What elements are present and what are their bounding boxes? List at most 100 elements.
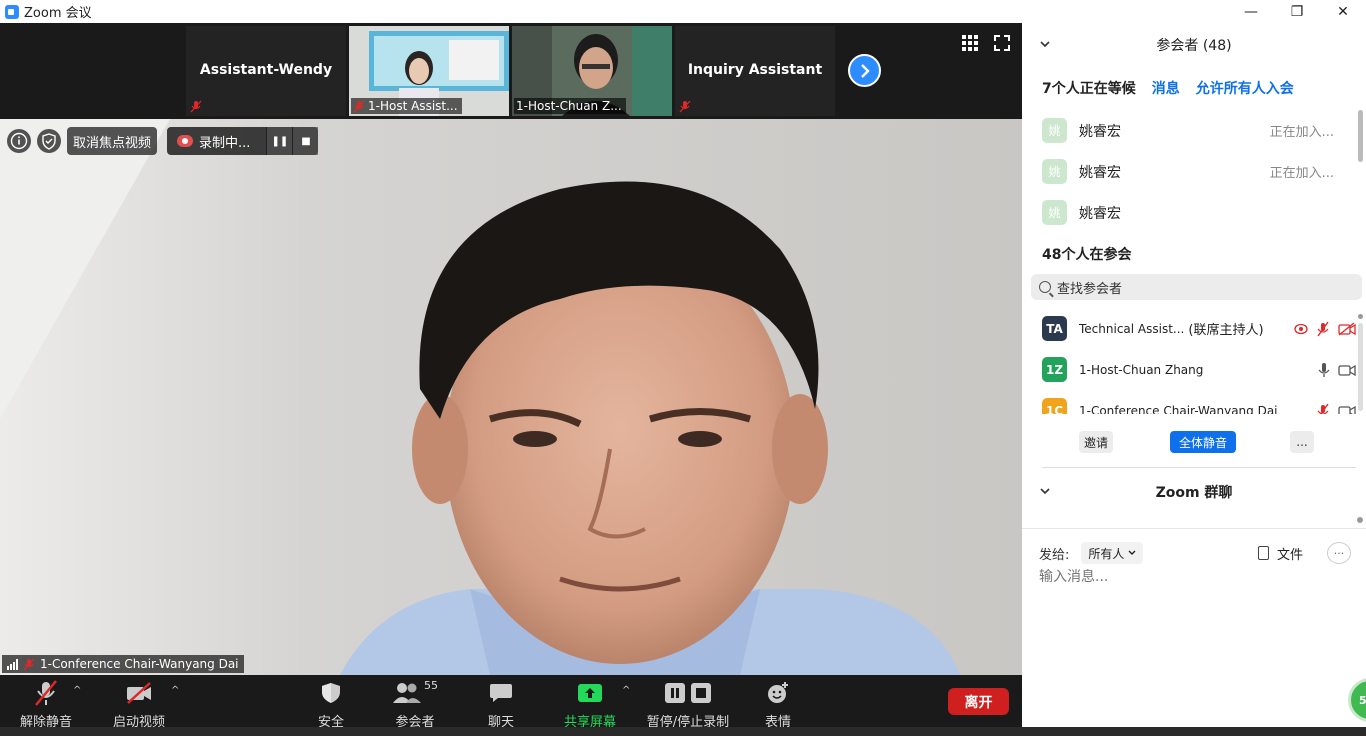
waiting-scrollbar[interactable] [1358,110,1363,162]
meeting-info-button[interactable] [7,129,31,153]
waiting-name: 姚睿宏 [1079,205,1121,222]
mic-muted-icon [679,100,691,113]
file-label: 文件 [1277,547,1304,563]
pause-recording-button[interactable]: ❚❚ [266,127,293,155]
minimize-button[interactable]: — [1228,0,1274,23]
reactions-button[interactable]: 表情 [733,679,823,730]
shield-icon [322,683,340,703]
speaker-video-feed [0,119,1022,675]
participant-name: 1-Host-Chuan Zhang [1079,362,1204,377]
chevron-right-icon [860,63,870,78]
chat-more-button[interactable]: ··· [1327,542,1351,564]
thumbnail-host-assistant[interactable]: 1-Host Assist... [349,26,509,116]
recording-status: 录制中... [167,132,266,151]
waiting-name: 姚睿宏 [1079,164,1121,181]
more-options-button[interactable]: ... [1290,431,1314,453]
participant-status-icons [1294,321,1356,337]
close-button[interactable]: ✕ [1320,0,1366,23]
participant-name: Technical Assist... [1079,321,1185,336]
mic-muted-icon [35,680,57,706]
mic-icon [1318,362,1330,377]
recording-label: 录制中... [199,135,251,151]
waiting-list: 姚 姚睿宏 正在加入... 姚 姚睿宏 正在加入... 姚 姚睿宏 [1022,110,1366,233]
participant-status-icons [1316,403,1356,414]
send-file-button[interactable]: 文件 [1258,544,1303,563]
thumbnail-name: Inquiry Assistant [687,62,823,78]
unpin-video-button[interactable]: 取消焦点视频 [67,127,158,155]
waiting-room-header: 7个人正在等候 消息 允许所有人入会 [1042,78,1362,98]
mute-all-button[interactable]: 全体静音 [1170,431,1236,453]
encryption-button[interactable] [37,129,61,153]
thumbnail-footer: 1-Host-Chuan Z... [514,98,626,114]
mic-muted-icon [190,100,202,113]
fullscreen-icon[interactable] [994,35,1010,51]
chat-scrollbar[interactable] [1357,517,1363,523]
thumbnail-label: 1-Host-Chuan Z... [516,99,622,113]
share-screen-icon [578,684,602,702]
send-to-label: 发给: [1039,547,1070,563]
participant-role: (联席主持人) [1188,323,1264,338]
audio-options-caret[interactable]: ^ [73,685,81,696]
window-controls: — ❐ ✕ [1228,0,1366,23]
thumbnail-host-chuan-zhang[interactable]: 1-Host-Chuan Z... [512,26,672,116]
next-page-button[interactable] [848,54,881,87]
signal-strength-icon [7,658,18,670]
mic-muted-icon [353,100,365,113]
participants-button[interactable]: 55 参会者 [370,679,460,730]
panel-divider [1042,467,1356,468]
zoom-window: Zoom 会议 — ❐ ✕ Assistant-Wendy 1-Host Ass… [0,0,1366,736]
thumbnail-footer [677,99,695,114]
leave-button[interactable]: 离开 [948,688,1009,715]
video-off-icon [1338,321,1356,336]
waiting-name: 姚睿宏 [1079,123,1121,140]
thumbnail-footer: 1-Host Assist... [351,98,462,114]
participant-scroll-arrow[interactable] [1358,314,1363,319]
grid-icon[interactable] [962,35,978,51]
waiting-room-title: 7个人正在等候 [1042,81,1136,97]
speaker-name-label: 1-Conference Chair-Wanyang Dai [2,655,244,673]
notification-badge[interactable]: 56 [1348,678,1366,722]
mic-muted-icon [23,658,35,671]
video-options-caret[interactable]: ^ [171,685,179,696]
waiting-item[interactable]: 姚 姚睿宏 正在加入... [1022,110,1366,151]
participants-panel: 参会者 (48) 7个人正在等候 消息 允许所有人入会 姚 姚睿宏 正在加入..… [1022,23,1366,736]
participant-search[interactable]: 查找参会者 [1031,274,1362,300]
invite-button[interactable]: 邀请 [1079,431,1113,453]
thumbnail-assistant-wendy[interactable]: Assistant-Wendy [186,26,346,116]
thumbnail-name: Assistant-Wendy [199,62,333,78]
participants-panel-title: 参会者 (48) [1156,38,1232,54]
avatar: TA [1042,316,1067,341]
participant-row[interactable]: 1C 1-Conference Chair-Wanyang Dai [1022,390,1366,414]
chat-divider [1022,528,1366,529]
recording-indicator: 录制中... ❚❚ ■ [167,127,319,155]
chat-message-input[interactable] [1039,569,1349,585]
participant-name: 1-Conference Chair-Wanyang Dai [1079,403,1278,415]
security-button[interactable]: 安全 [286,679,376,730]
recipient-value: 所有人 [1088,546,1125,561]
maximize-button[interactable]: ❐ [1274,0,1320,23]
participant-scrollbar[interactable] [1358,323,1363,411]
mic-muted-icon [1317,403,1329,414]
share-options-caret[interactable]: ^ [622,685,630,696]
bottom-edge [0,727,1366,736]
mic-muted-icon [1317,321,1329,336]
record-control-button[interactable]: 暂停/停止录制 [643,679,733,730]
waiting-item[interactable]: 姚 姚睿宏 正在加入... [1022,151,1366,192]
admit-all-link[interactable]: 允许所有人入会 [1196,78,1294,98]
info-icon [10,132,28,150]
thumbnail-inquiry-assistant[interactable]: Inquiry Assistant [675,26,835,116]
smiley-icon [768,682,788,703]
thumbnail-footer [188,99,206,114]
chat-send-row: 发给: 所有人 文件 ··· [1039,541,1359,565]
participants-count: 55 [424,679,438,692]
video-icon [1338,364,1356,376]
participant-row[interactable]: 1Z 1-Host-Chuan Zhang [1022,349,1366,390]
waiting-item[interactable]: 姚 姚睿宏 [1022,192,1366,233]
participant-row[interactable]: TA Technical Assist... (联席主持人) [1022,308,1366,349]
message-waiting-link[interactable]: 消息 [1152,78,1180,98]
recipient-select[interactable]: 所有人 [1081,542,1144,564]
stop-recording-button[interactable]: ■ [292,127,319,155]
active-speaker-video[interactable]: 1-Conference Chair-Wanyang Dai [0,119,1022,675]
chat-button[interactable]: 聊天 [456,679,546,730]
chat-icon [490,684,512,702]
